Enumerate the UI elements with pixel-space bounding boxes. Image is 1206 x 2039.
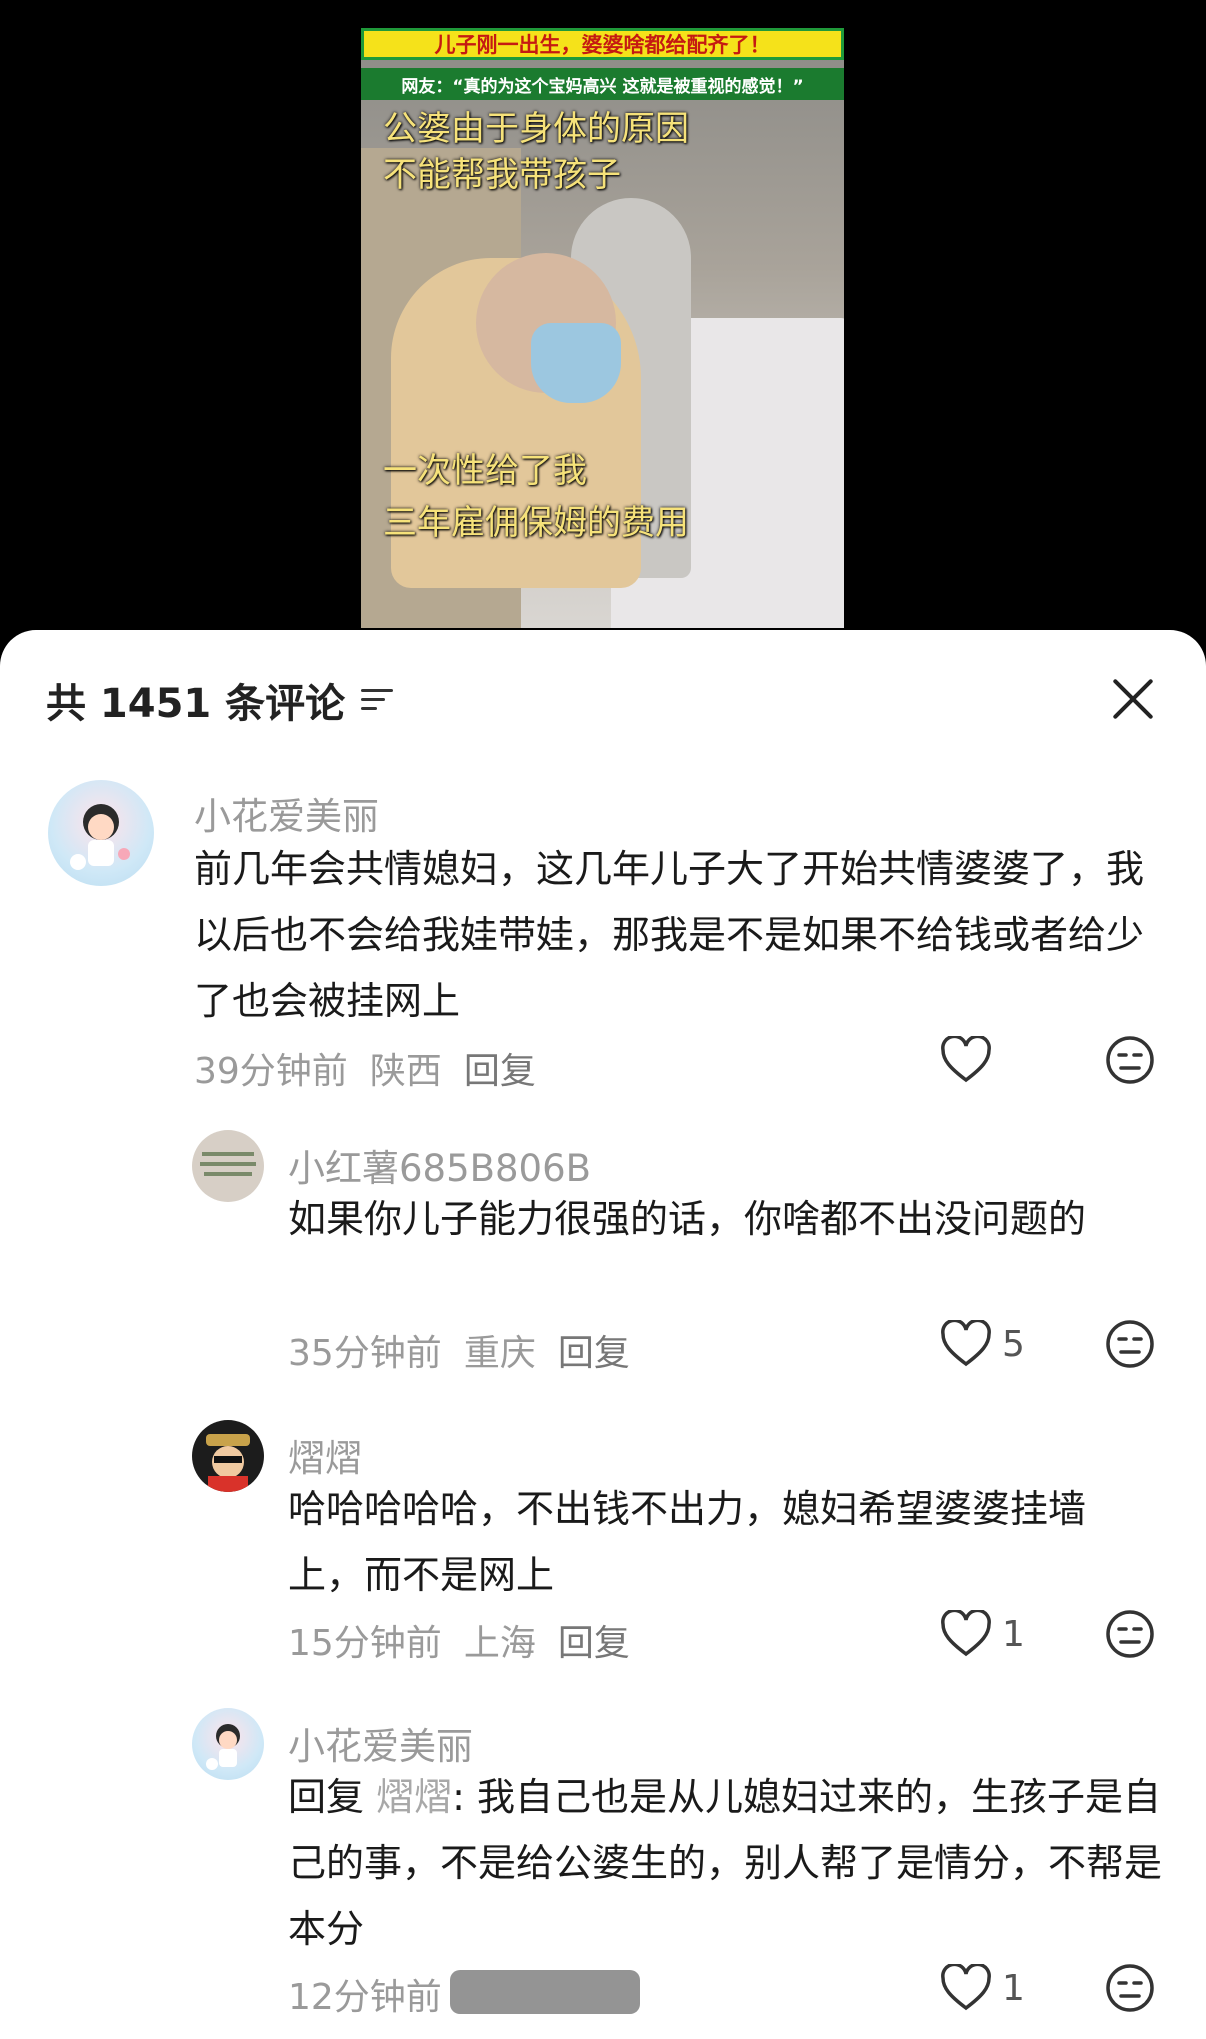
watermark-overlay	[450, 1970, 640, 2014]
close-icon[interactable]	[1106, 672, 1160, 726]
mention-link[interactable]: 熠熠	[376, 1775, 452, 1819]
comment-meta: 15分钟前 上海 回复	[288, 1614, 630, 1666]
video-caption: 三年雇佣保姆的费用	[383, 503, 689, 543]
reply-prefix: 回复	[288, 1775, 365, 1819]
comment-author[interactable]: 小花爱美丽	[288, 1716, 473, 1770]
avatar[interactable]	[192, 1420, 264, 1492]
like-button[interactable]	[940, 1036, 1002, 1084]
video-subtitle-banner: 网友：“真的为这个宝妈高兴 这就是被重视的感觉！”	[361, 68, 844, 100]
comments-sheet: 共 1451 条评论 小花爱美丽 前几年会共情媳妇，这几年儿子大了开始共情婆婆了…	[0, 630, 1206, 2039]
like-button[interactable]: 5	[940, 1320, 1025, 1368]
video-caption: 不能帮我带孩子	[383, 155, 621, 195]
heart-icon	[941, 1036, 991, 1083]
video-title-banner: 儿子刚一出生，婆婆啥都给配齐了！	[361, 28, 844, 60]
comment-count: 共 1451 条评论	[46, 681, 346, 727]
sort-filter-icon[interactable]	[361, 687, 394, 713]
comment-text: 哈哈哈哈哈，不出钱不出力，媳妇希望婆婆挂墙上，而不是网上	[288, 1487, 1087, 1597]
video-caption: 公婆由于身体的原因	[383, 109, 689, 149]
comment-time: 15分钟前	[288, 1623, 442, 1664]
video-scene-mask	[531, 323, 621, 403]
heart-icon	[941, 1610, 991, 1657]
avatar[interactable]	[48, 780, 154, 886]
comment-meta: 39分钟前 陕西 回复	[194, 1042, 536, 1094]
comment-location: 上海	[463, 1623, 536, 1664]
comment-author[interactable]: 熠熠	[288, 1428, 362, 1482]
reply-button[interactable]: 回复	[558, 1324, 630, 1376]
video-caption: 一次性给了我	[383, 451, 587, 491]
comment-location: 重庆	[463, 1333, 536, 1374]
like-count: 1	[1002, 1613, 1025, 1655]
comment-time: 35分钟前	[288, 1333, 442, 1374]
comment-author[interactable]: 小花爱美丽	[194, 786, 379, 840]
like-count: 5	[1002, 1323, 1025, 1365]
heart-icon	[941, 1964, 991, 2011]
comment-meta: 12分钟前	[288, 1968, 442, 2020]
reply-button[interactable]: 回复	[558, 1614, 630, 1666]
video-frame[interactable]: 儿子刚一出生，婆婆啥都给配齐了！ 网友：“真的为这个宝妈高兴 这就是被重视的感觉…	[361, 28, 844, 628]
dislike-face-icon[interactable]	[1104, 1962, 1156, 2014]
comment-text: 回复 熠熠: 我自己也是从儿媳妇过来的，生孩子是自己的事，不是给公婆生的，别人帮…	[288, 1764, 1168, 1962]
heart-icon	[941, 1320, 991, 1367]
dislike-face-icon[interactable]	[1104, 1608, 1156, 1660]
video-player[interactable]: 儿子刚一出生，婆婆啥都给配齐了！ 网友：“真的为这个宝妈高兴 这就是被重视的感觉…	[0, 0, 1206, 640]
comment-time: 39分钟前	[194, 1051, 348, 1092]
comments-header: 共 1451 条评论	[46, 670, 394, 730]
comment-author[interactable]: 小红薯685B806B	[288, 1138, 591, 1192]
like-count: 1	[1002, 1967, 1025, 2009]
reply-button[interactable]: 回复	[464, 1042, 536, 1094]
comment-text: 前几年会共情媳妇，这几年儿子大了开始共情婆婆了，我以后也不会给我娃带娃，那我是不…	[194, 847, 1145, 1023]
comment-text: 如果你儿子能力很强的话，你啥都不出没问题的	[288, 1197, 1087, 1241]
comment-meta: 35分钟前 重庆 回复	[288, 1324, 630, 1376]
avatar[interactable]	[192, 1130, 264, 1202]
like-button[interactable]: 1	[940, 1610, 1025, 1658]
dislike-face-icon[interactable]	[1104, 1034, 1156, 1086]
avatar[interactable]	[192, 1708, 264, 1780]
dislike-face-icon[interactable]	[1104, 1318, 1156, 1370]
comment-location: 陕西	[369, 1051, 442, 1092]
like-button[interactable]: 1	[940, 1964, 1025, 2012]
comment-time: 12分钟前	[288, 1977, 442, 2018]
